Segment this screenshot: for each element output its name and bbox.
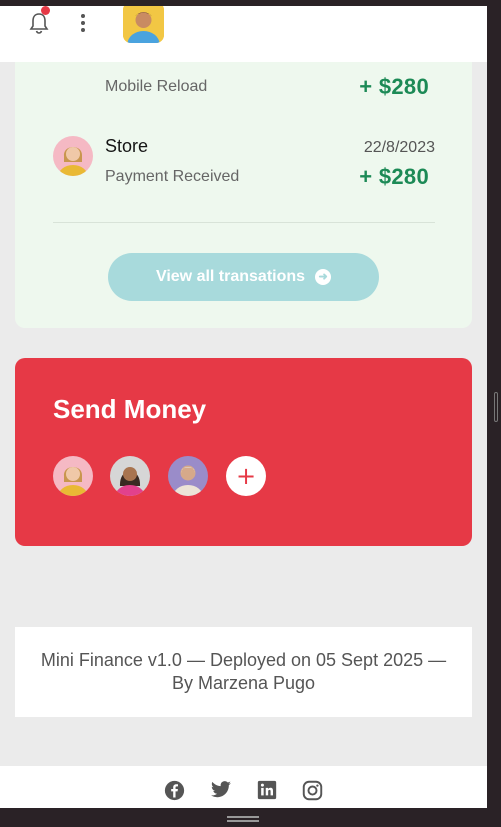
linkedin-icon[interactable] [256, 779, 278, 801]
footer-note: Mini Finance v1.0 — Deployed on 05 Sept … [15, 627, 472, 717]
send-money-title: Send Money [53, 394, 207, 424]
contact-avatar[interactable] [53, 456, 93, 496]
notification-dot [41, 6, 50, 15]
top-header [0, 6, 487, 62]
arrow-right-icon: ➜ [315, 269, 332, 285]
transaction-name: Store [105, 136, 149, 156]
transaction-subtitle: Mobile Reload [105, 78, 208, 95]
instagram-icon[interactable] [302, 779, 324, 801]
twitter-icon[interactable] [210, 779, 232, 801]
transactions-card: Mobile Reload + $280 Store Payment Recei… [15, 6, 472, 328]
transaction-amount: + $280 [359, 164, 429, 189]
bottom-drag-grip[interactable] [227, 816, 259, 822]
divider [53, 222, 435, 223]
contact-avatar[interactable] [168, 456, 208, 496]
app-viewport: Mobile Reload + $280 Store Payment Recei… [0, 6, 487, 808]
transaction-row[interactable]: Store Payment Received 22/8/2023 + $280 [15, 126, 472, 189]
kebab-menu-icon[interactable] [79, 14, 87, 32]
social-links-bar [0, 766, 487, 808]
add-contact-button[interactable]: + [226, 456, 266, 496]
user-avatar[interactable] [123, 6, 164, 43]
transaction-date: 22/8/2023 [363, 139, 435, 156]
transaction-subtitle: Payment Received [105, 168, 240, 185]
send-money-card: Send Money + [15, 358, 472, 546]
transaction-amount: + $280 [359, 74, 429, 99]
facebook-icon[interactable] [164, 779, 186, 801]
contact-avatar[interactable] [110, 456, 150, 496]
contact-avatar [53, 136, 93, 176]
resize-handle[interactable] [494, 392, 498, 422]
view-all-transactions-button[interactable]: View all transations ➜ [108, 253, 379, 301]
view-all-label: View all transations [155, 268, 306, 285]
